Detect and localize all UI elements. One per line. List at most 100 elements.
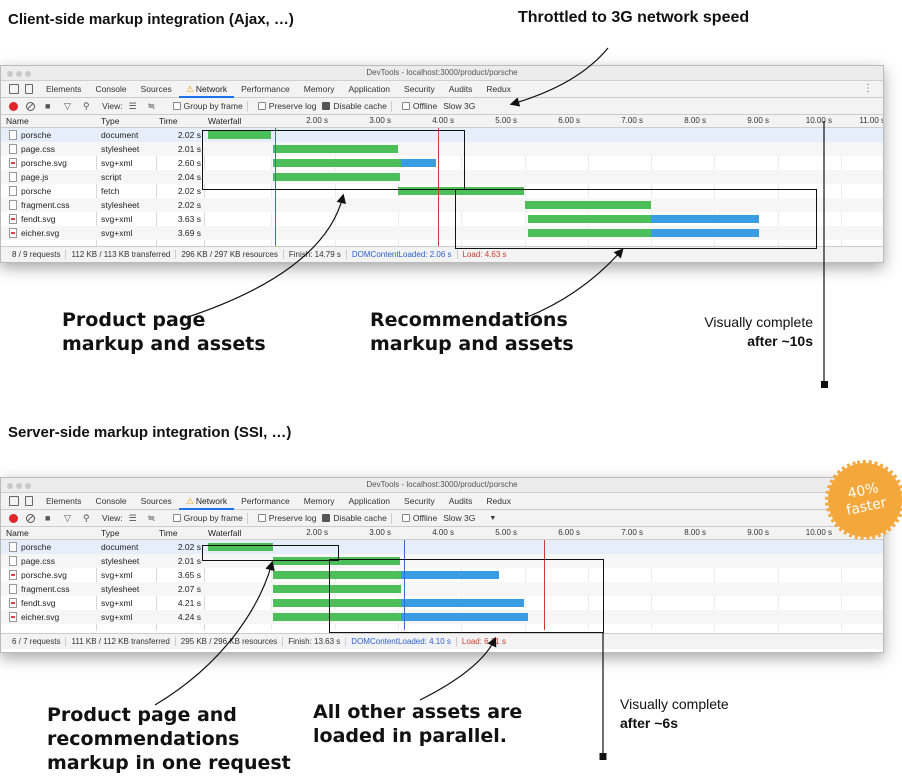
tick-label: 3.00 s [369,116,391,125]
camera-icon[interactable]: ■ [45,514,55,523]
request-name: page.js [21,172,49,182]
tab-performance[interactable]: Performance [234,81,297,98]
large-rows-icon[interactable]: ☰ [129,102,139,111]
tick-label: 9.00 s [747,116,769,125]
preserve-log-checkbox[interactable] [257,102,266,110]
table-row[interactable]: porsche document 2.02 s [1,540,883,554]
request-type: document [101,130,139,140]
tick-label: 6.00 s [558,528,580,537]
tab-audits[interactable]: Audits [442,493,480,510]
column-name[interactable]: Name [6,528,29,538]
inspect-element-icon[interactable] [9,84,19,94]
tab-redux[interactable]: Redux [479,81,518,98]
filter-icon[interactable]: ▽ [64,102,74,111]
record-icon[interactable] [9,101,18,111]
throttle-select[interactable]: Slow 3G [443,513,475,523]
tick-label: 7.00 s [621,528,643,537]
tab-sources[interactable]: Sources [134,493,179,510]
tab-network[interactable]: ⚠ Network [178,493,235,510]
request-time: 2.02 s [177,186,201,196]
column-waterfall[interactable]: Waterfall [208,116,241,126]
offline-checkbox[interactable] [401,514,410,522]
dom-content-loaded: DOMContentLoaded: 2.06 s [347,250,458,259]
tab-memory[interactable]: Memory [297,493,342,510]
callout-line: loaded in parallel. [313,725,507,747]
tab-elements[interactable]: Elements [39,493,88,510]
tab-security[interactable]: Security [397,493,442,510]
column-waterfall[interactable]: Waterfall [208,528,241,538]
file-icon [9,542,17,552]
overview-icon[interactable]: ≒ [148,514,158,523]
request-time: 3.63 s [177,214,201,224]
product-document-box [202,545,339,561]
tab-memory[interactable]: Memory [297,81,342,98]
tab-security[interactable]: Security [397,81,442,98]
request-time: 2.01 s [177,144,201,154]
tick-label: 9.00 s [747,528,769,537]
request-name: fragment.css [21,584,70,594]
search-icon[interactable]: ⚲ [83,514,93,523]
window-title: DevTools - localhost:3000/product/porsch… [366,68,518,77]
filter-icon[interactable]: ▽ [64,514,74,523]
tab-network-label: Network [195,83,228,94]
network-toolbar: ■ ▽ ⚲ View: ☰ ≒ Group by frame Preserve … [1,98,883,115]
resources-size: 295 KB / 296 KB resources [176,637,284,646]
offline-checkbox[interactable] [401,102,410,110]
more-menu-icon[interactable]: ⋮ [863,83,873,94]
column-type[interactable]: Type [101,528,119,538]
large-rows-icon[interactable]: ☰ [129,514,139,523]
callout-line: markup and assets [370,333,574,355]
network-toolbar: ■ ▽ ⚲ View: ☰ ≒ Group by frame Preserve … [1,510,883,527]
column-type[interactable]: Type [101,116,119,126]
tick-label: 10.00 s [805,116,832,125]
column-time[interactable]: Time [159,116,178,126]
disable-cache-checkbox[interactable] [322,514,331,522]
request-type: stylesheet [101,584,140,594]
finish-time: Finish: 14.79 s [284,250,347,259]
preserve-log-checkbox[interactable] [257,514,266,522]
column-time[interactable]: Time [159,528,178,538]
request-name: porsche [21,186,52,196]
request-name: porsche.svg [21,158,67,168]
chevron-down-icon[interactable]: ▼ [489,515,496,522]
tab-console[interactable]: Console [88,81,133,98]
tick-label: 2.00 s [306,528,328,537]
request-name: page.css [21,144,56,154]
record-icon[interactable] [9,513,18,523]
camera-icon[interactable]: ■ [45,102,55,111]
request-name: porsche.svg [21,570,67,580]
overview-icon[interactable]: ≒ [148,102,158,111]
device-toolbar-icon[interactable] [25,84,33,94]
group-by-frame-checkbox[interactable] [172,102,181,110]
column-name[interactable]: Name [6,116,29,126]
tab-application[interactable]: Application [341,81,397,98]
device-toolbar-icon[interactable] [25,496,33,506]
view-label: View: [102,101,123,111]
tab-elements[interactable]: Elements [39,81,88,98]
request-type: document [101,542,139,552]
throttle-select[interactable]: Slow 3G [443,101,475,111]
tab-redux[interactable]: Redux [479,493,518,510]
tab-application[interactable]: Application [341,493,397,510]
callout-line: markup in one request [47,752,291,774]
note-line: after ~6s [620,715,678,731]
tab-performance[interactable]: Performance [234,493,297,510]
note-line: after ~10s [747,333,813,349]
tab-audits[interactable]: Audits [442,81,480,98]
group-by-frame-checkbox[interactable] [172,514,181,522]
server-side-heading: Server-side markup integration (SSI, …) [8,424,292,441]
tab-network[interactable]: ⚠ Network [178,81,235,98]
group-by-frame-label: Group by frame [183,513,243,523]
request-type: stylesheet [101,556,140,566]
clear-icon[interactable] [26,513,35,523]
tab-console[interactable]: Console [88,493,133,510]
recommendation-assets-box [455,189,817,249]
request-count: 6 / 7 requests [7,637,67,646]
search-icon[interactable]: ⚲ [83,102,93,111]
inspect-element-icon[interactable] [9,496,19,506]
toolbar-divider [246,100,248,112]
disable-cache-checkbox[interactable] [322,102,331,110]
tab-network-label: Network [195,495,228,506]
tab-sources[interactable]: Sources [134,81,179,98]
clear-icon[interactable] [26,101,35,111]
